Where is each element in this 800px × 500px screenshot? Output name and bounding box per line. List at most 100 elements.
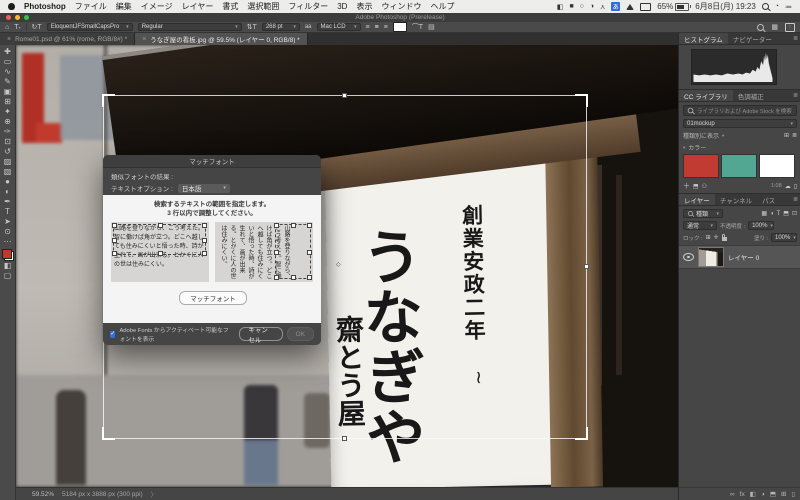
statusbar-app-icon[interactable]: ◧ (557, 3, 564, 11)
notification-center-icon[interactable]: ≔ (785, 3, 792, 11)
color-swatches[interactable] (1, 249, 14, 261)
pen-tool-icon[interactable]: ✒ (4, 197, 11, 207)
library-swatch-red[interactable] (683, 154, 719, 178)
grid-view-icon[interactable]: ⊞ (784, 132, 789, 139)
status-menu-arrow[interactable]: 〉 (151, 489, 158, 499)
antialias-select[interactable]: Mac LCD ▾ (316, 23, 361, 31)
crop-tool-icon[interactable]: ▣ (4, 87, 12, 97)
selection-handle[interactable] (342, 93, 347, 98)
library-select[interactable]: 01mockup ▾ (683, 119, 797, 128)
tab-channels[interactable]: チャンネル (715, 194, 757, 205)
menu-edit[interactable]: 編集 (116, 1, 132, 12)
type-tool-icon[interactable]: T (5, 207, 10, 217)
tab-paths[interactable]: パス (757, 194, 780, 205)
lock-transparent-icon[interactable]: ⊞ (706, 234, 711, 241)
ok-button[interactable]: OK (286, 327, 314, 341)
type-tool-preset-icon[interactable]: T▾ (14, 24, 20, 31)
clone-stamp-tool-icon[interactable]: ⊡ (4, 137, 11, 147)
menu-filter[interactable]: フィルター (288, 1, 328, 12)
match-font-button[interactable]: マッチフォント (179, 291, 247, 305)
menu-3d[interactable]: 3D (337, 2, 347, 11)
font-family-select[interactable]: EloquentJFSmallCapsPro ▾ (46, 23, 133, 31)
text-orientation-icon[interactable]: ↻T (32, 23, 42, 31)
layer-style-icon[interactable]: fx (740, 491, 745, 498)
add-element-icon[interactable]: ＋ (683, 181, 690, 191)
search-icon[interactable] (757, 23, 765, 31)
foreground-color-swatch[interactable] (1, 249, 12, 259)
new-layer-icon[interactable]: ⊞ (781, 490, 786, 498)
selection-corner[interactable] (102, 94, 115, 107)
home-icon[interactable]: ⌂ (5, 24, 9, 31)
tab-navigator[interactable]: ナビゲーター (728, 33, 777, 44)
blur-tool-icon[interactable]: ● (5, 177, 10, 187)
statusbar-app-icon[interactable]: ○ (580, 3, 584, 10)
layer-visibility-icon[interactable] (683, 253, 694, 261)
lock-position-icon[interactable]: ✛ (714, 234, 719, 241)
control-center-icon[interactable]: ◔ (775, 3, 779, 10)
font-style-select[interactable]: Regular ▾ (137, 23, 242, 31)
menu-help[interactable]: ヘルプ (430, 1, 454, 12)
collaborate-icon[interactable]: ⚇ (702, 183, 707, 190)
wifi-icon[interactable] (626, 3, 635, 10)
tab-rome01[interactable]: × Rome01.psd @ 61% (rome, RGB/8#) * (0, 33, 136, 45)
adobe-fonts-checkbox[interactable]: ✓ (110, 330, 116, 338)
move-tool-icon[interactable]: ✚ (4, 47, 11, 57)
layer-name[interactable]: レイヤー 0 (728, 252, 759, 262)
folder-icon[interactable]: ⬒ (693, 183, 699, 190)
dodge-tool-icon[interactable]: ◐ (5, 187, 10, 197)
share-icon[interactable]: ↑ (785, 22, 795, 32)
fill-select[interactable]: 100% ▾ (771, 233, 797, 242)
menu-window[interactable]: ウィンドウ (381, 1, 421, 12)
selection-corner[interactable] (102, 427, 115, 440)
warp-text-icon[interactable]: ⌒T (412, 22, 423, 32)
lock-all-icon[interactable] (721, 234, 727, 241)
ime-indicator[interactable]: あ (611, 2, 621, 11)
adjustment-layer-icon[interactable]: ◑ (761, 491, 765, 498)
filter-pixel-icon[interactable]: ▦ (761, 210, 767, 217)
panel-menu-icon[interactable]: ≣ (793, 92, 798, 99)
tab-histogram[interactable]: ヒストグラム (679, 33, 728, 44)
menu-file[interactable]: ファイル (75, 1, 107, 12)
filter-adjustment-icon[interactable]: ◑ (770, 211, 774, 217)
menu-layer[interactable]: レイヤー (182, 1, 214, 12)
zoom-level[interactable]: 59.52% (32, 491, 54, 498)
menu-view[interactable]: 表示 (356, 1, 372, 12)
menubar-clock[interactable]: 6月8日(月) 19:23 (695, 1, 755, 12)
close-tab-icon[interactable]: × (142, 36, 146, 43)
menu-photoshop[interactable]: Photoshop (24, 2, 66, 11)
screen-mode-icon[interactable]: ▢ (4, 271, 12, 281)
delete-layer-icon[interactable]: ▯ (791, 490, 795, 498)
layer-thumbnail[interactable] (698, 247, 724, 267)
lasso-tool-icon[interactable]: ∿ (4, 67, 11, 77)
text-color-swatch[interactable] (392, 22, 407, 32)
gradient-tool-icon[interactable]: ▧ (4, 167, 12, 177)
eraser-tool-icon[interactable]: ▨ (4, 157, 12, 167)
layer-row-0[interactable]: レイヤー 0 (679, 245, 800, 269)
new-group-icon[interactable]: ⬒ (770, 490, 776, 498)
statusbar-app-icon[interactable]: ■ (569, 3, 573, 10)
tab-adjustments[interactable]: 色調補正 (733, 90, 769, 101)
vertical-sample-box[interactable]: 山路を登りながら、こう考えた。智に働けば角が立つ。どこへ越しても住みにくいと悟っ… (215, 222, 313, 282)
statusbar-app-icon[interactable]: ⋏ (600, 3, 605, 11)
align-left-icon[interactable]: ≡ (366, 24, 370, 31)
quick-mask-icon[interactable]: ◧ (4, 261, 12, 271)
eyedropper-tool-icon[interactable]: ✦ (4, 107, 11, 117)
apple-logo-icon[interactable] (8, 3, 15, 10)
menu-image[interactable]: イメージ (141, 1, 173, 12)
panel-menu-icon[interactable]: ≣ (793, 35, 798, 42)
opacity-select[interactable]: 100% ▾ (748, 221, 775, 230)
library-swatch-white[interactable] (759, 154, 795, 178)
cloud-sync-icon[interactable]: ☁ (785, 183, 791, 190)
align-right-icon[interactable]: ≡ (384, 24, 388, 31)
frame-tool-icon[interactable]: ⊞ (4, 97, 11, 107)
selection-corner[interactable] (575, 427, 588, 440)
history-brush-tool-icon[interactable]: ↺ (4, 147, 11, 157)
tab-unagi[interactable]: × うなぎ屋の看板.jpg @ 59.5% (レイヤー 0, RGB/8) * (135, 33, 308, 45)
selection-handle[interactable] (342, 436, 347, 441)
filter-shape-icon[interactable]: ⬒ (783, 210, 789, 217)
language-select[interactable]: 日本語 ▾ (177, 183, 230, 193)
marquee-tool-icon[interactable]: ▭ (4, 57, 12, 67)
tab-layers[interactable]: レイヤー (679, 194, 715, 205)
filter-type-icon[interactable]: T (777, 211, 781, 217)
text-range-marquee[interactable] (274, 223, 312, 280)
